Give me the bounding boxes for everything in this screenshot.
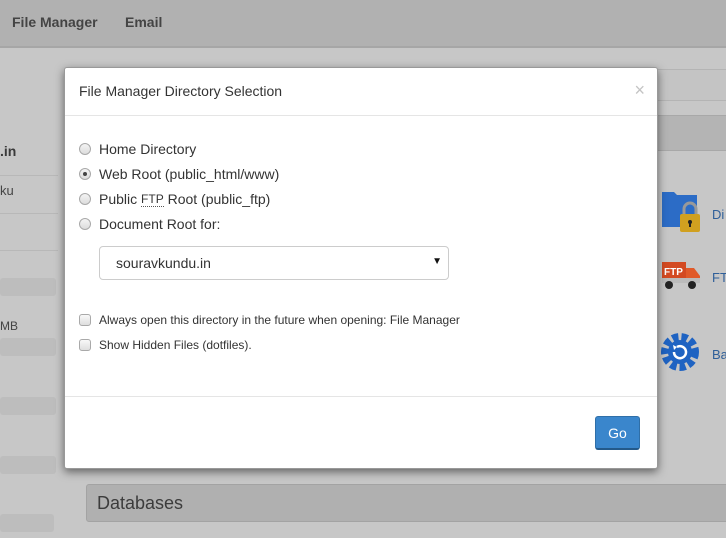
usage-bar xyxy=(0,397,56,415)
top-navigation: File Manager Email xyxy=(0,0,726,48)
stats-user: ku xyxy=(0,183,14,198)
divider xyxy=(0,175,58,176)
close-icon[interactable]: × xyxy=(634,80,645,100)
usage-bar xyxy=(0,514,54,532)
radio-home-directory[interactable]: Home Directory xyxy=(79,141,196,157)
tool-directory-privacy[interactable]: Di xyxy=(660,188,724,241)
usage-bar xyxy=(0,338,56,356)
tool-ftp-accounts[interactable]: FTP FT xyxy=(660,258,726,297)
radio-label: Document Root for: xyxy=(99,216,221,232)
domain-select-value: souravkundu.in xyxy=(116,255,211,271)
modal-header: File Manager Directory Selection × xyxy=(65,68,657,116)
databases-title: Databases xyxy=(97,493,184,513)
radio-web-root[interactable]: Web Root (public_html/www) xyxy=(79,166,279,182)
usage-bar xyxy=(0,278,56,296)
radio-label-post: Root (public_ftp) xyxy=(163,191,271,207)
radio-document-root[interactable]: Document Root for: xyxy=(79,216,220,232)
ftp-truck-icon: FTP xyxy=(660,258,702,297)
stats-sidebar: .in ku MB xyxy=(0,50,58,538)
radio-button[interactable] xyxy=(79,143,91,155)
checkbox-label: Always open this directory in the future… xyxy=(99,313,460,327)
folder-lock-icon xyxy=(660,188,702,241)
checkbox[interactable] xyxy=(79,314,91,326)
divider xyxy=(0,250,58,251)
radio-button[interactable] xyxy=(79,193,91,205)
svg-text:FTP: FTP xyxy=(664,267,683,278)
checkbox-label: Show Hidden Files (dotfiles). xyxy=(99,338,252,352)
checkbox[interactable] xyxy=(79,339,91,351)
divider xyxy=(0,213,58,214)
files-panel-header[interactable] xyxy=(656,115,726,151)
ftp-abbreviation: FTP xyxy=(141,191,164,207)
tool-label: Ba xyxy=(712,347,726,362)
usage-bar xyxy=(0,456,56,474)
radio-label-pre: Public xyxy=(99,191,142,207)
radio-button[interactable] xyxy=(79,218,91,230)
stats-size: MB xyxy=(0,319,18,333)
modal-body: Home Directory Web Root (public_html/www… xyxy=(65,116,657,396)
radio-button[interactable] xyxy=(79,168,91,180)
radio-label: Web Root (public_html/www) xyxy=(99,166,280,182)
tool-label: Di xyxy=(712,207,725,222)
nav-email[interactable]: Email xyxy=(125,14,162,30)
databases-panel[interactable]: Databases xyxy=(86,484,726,522)
checkbox-show-hidden-files[interactable]: Show Hidden Files (dotfiles). xyxy=(79,338,252,352)
caret-down-icon: ▼ xyxy=(432,256,442,267)
domain-select[interactable]: souravkundu.in ▼ xyxy=(99,246,449,280)
tool-backup[interactable]: Ba xyxy=(660,328,726,381)
modal-footer: Go xyxy=(65,396,657,468)
stats-domain: .in xyxy=(0,143,17,159)
nav-file-manager[interactable]: File Manager xyxy=(12,14,98,30)
tool-label: FT xyxy=(712,270,726,285)
backup-gear-icon xyxy=(660,328,702,381)
tools-search-input[interactable] xyxy=(656,69,726,101)
go-button[interactable]: Go xyxy=(595,416,640,450)
modal-title: File Manager Directory Selection xyxy=(79,83,283,99)
radio-label: Home Directory xyxy=(99,141,197,157)
radio-public-ftp-root[interactable]: Public FTP Root (public_ftp) xyxy=(79,191,270,207)
directory-selection-modal: File Manager Directory Selection × Home … xyxy=(64,67,658,469)
checkbox-always-open[interactable]: Always open this directory in the future… xyxy=(79,313,460,327)
